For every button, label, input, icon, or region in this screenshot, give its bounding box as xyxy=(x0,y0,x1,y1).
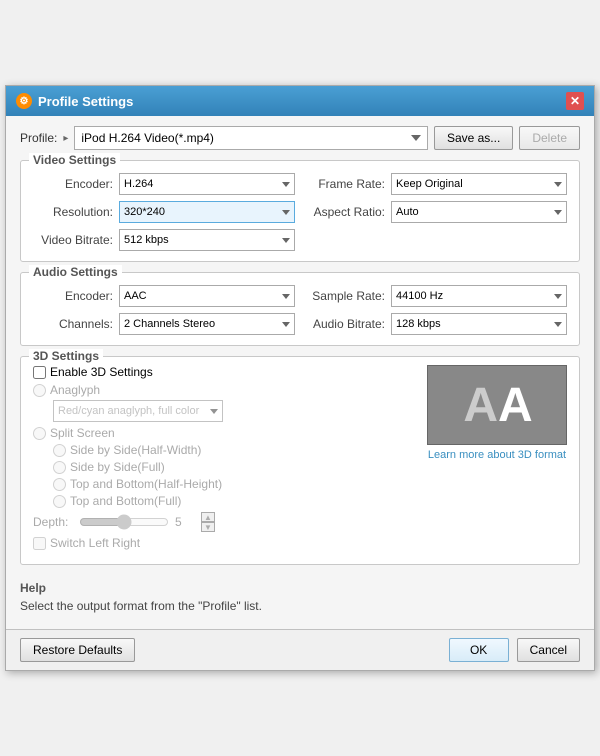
side-by-side-full-row: Side by Side(Full) xyxy=(53,460,417,474)
content-area: Profile: ▸ iPod H.264 Video(*.mp4) Save … xyxy=(6,116,594,629)
profile-arrow-icon: ▸ xyxy=(63,133,68,144)
side-by-side-full-label: Side by Side(Full) xyxy=(70,460,165,474)
top-bottom-half-label: Top and Bottom(Half-Height) xyxy=(70,477,222,491)
side-by-side-half-radio[interactable] xyxy=(53,444,66,457)
encoder-row: Encoder: H.264 xyxy=(33,173,295,195)
cancel-button[interactable]: Cancel xyxy=(517,638,580,662)
audio-bitrate-select[interactable]: 128 kbps xyxy=(391,313,567,335)
ok-button[interactable]: OK xyxy=(449,638,509,662)
close-button[interactable]: ✕ xyxy=(566,92,584,110)
aa-text: A A xyxy=(463,378,530,433)
audio-encoder-row: Encoder: AAC xyxy=(33,285,295,307)
depth-down-button[interactable]: ▼ xyxy=(201,522,215,532)
depth-value: 5 xyxy=(175,515,195,529)
side-by-side-half-label: Side by Side(Half-Width) xyxy=(70,443,201,457)
app-icon: ⚙ xyxy=(16,93,32,109)
split-screen-radio[interactable] xyxy=(33,427,46,440)
aa-left: A xyxy=(463,378,496,433)
video-bitrate-row: Video Bitrate: 512 kbps xyxy=(33,229,295,251)
frame-rate-select[interactable]: Keep Original xyxy=(391,173,567,195)
switch-lr-label: Switch Left Right xyxy=(50,536,140,550)
channels-label: Channels: xyxy=(33,317,113,331)
bottom-right-buttons: OK Cancel xyxy=(449,638,580,662)
audio-encoder-label: Encoder: xyxy=(33,289,113,303)
dialog: ⚙ Profile Settings ✕ Profile: ▸ iPod H.2… xyxy=(5,85,595,671)
aspect-ratio-row: Aspect Ratio: Auto xyxy=(305,201,567,223)
audio-settings-grid: Encoder: AAC Sample Rate: 44100 Hz Chann… xyxy=(33,285,567,335)
audio-bitrate-label: Audio Bitrate: xyxy=(305,317,385,331)
profile-select[interactable]: iPod H.264 Video(*.mp4) xyxy=(74,126,428,150)
depth-slider[interactable] xyxy=(79,514,169,530)
video-settings-grid: Encoder: H.264 Frame Rate: Keep Original… xyxy=(33,173,567,251)
aa-preview: A A xyxy=(427,365,567,445)
save-as-button[interactable]: Save as... xyxy=(434,126,513,150)
titlebar: ⚙ Profile Settings ✕ xyxy=(6,86,594,116)
resolution-row: Resolution: 320*240 xyxy=(33,201,295,223)
channels-select[interactable]: 2 Channels Stereo xyxy=(119,313,295,335)
3d-settings-section: 3D Settings Enable 3D Settings Anaglyph xyxy=(20,356,580,565)
switch-lr-checkbox[interactable] xyxy=(33,537,46,550)
aspect-ratio-label: Aspect Ratio: xyxy=(305,205,385,219)
audio-encoder-select[interactable]: AAC xyxy=(119,285,295,307)
top-bottom-full-radio[interactable] xyxy=(53,495,66,508)
side-by-side-half-row: Side by Side(Half-Width) xyxy=(53,443,417,457)
3d-settings-title: 3D Settings xyxy=(29,349,103,363)
help-section: Help Select the output format from the "… xyxy=(20,575,580,619)
anaglyph-label: Anaglyph xyxy=(50,383,100,397)
encoder-select[interactable]: H.264 xyxy=(119,173,295,195)
enable-3d-row: Enable 3D Settings xyxy=(33,365,417,379)
3d-preview-area: A A Learn more about 3D format xyxy=(427,365,567,554)
learn-more-link[interactable]: Learn more about 3D format xyxy=(428,449,566,461)
resolution-select[interactable]: 320*240 xyxy=(119,201,295,223)
depth-row: Depth: 5 ▲ ▼ xyxy=(33,512,417,532)
audio-settings-title: Audio Settings xyxy=(29,265,122,279)
video-bitrate-label: Video Bitrate: xyxy=(33,233,113,247)
sample-rate-label: Sample Rate: xyxy=(305,289,385,303)
depth-label: Depth: xyxy=(33,515,73,529)
video-settings-title: Video Settings xyxy=(29,153,120,167)
delete-button[interactable]: Delete xyxy=(519,126,580,150)
dialog-title: Profile Settings xyxy=(38,94,133,109)
3d-settings-content: Enable 3D Settings Anaglyph Red/cyan ana… xyxy=(33,365,567,554)
side-by-side-full-radio[interactable] xyxy=(53,461,66,474)
anaglyph-radio[interactable] xyxy=(33,384,46,397)
top-bottom-full-row: Top and Bottom(Full) xyxy=(53,494,417,508)
depth-up-button[interactable]: ▲ xyxy=(201,512,215,522)
sample-rate-select[interactable]: 44100 Hz xyxy=(391,285,567,307)
frame-rate-label: Frame Rate: xyxy=(305,177,385,191)
frame-rate-row: Frame Rate: Keep Original xyxy=(305,173,567,195)
top-bottom-half-radio[interactable] xyxy=(53,478,66,491)
audio-bitrate-row: Audio Bitrate: 128 kbps xyxy=(305,313,567,335)
top-bottom-full-label: Top and Bottom(Full) xyxy=(70,494,181,508)
video-bitrate-select[interactable]: 512 kbps xyxy=(119,229,295,251)
enable-3d-checkbox[interactable] xyxy=(33,366,46,379)
bottom-bar: Restore Defaults OK Cancel xyxy=(6,629,594,670)
depth-spinner: ▲ ▼ xyxy=(201,512,215,532)
sample-rate-row: Sample Rate: 44100 Hz xyxy=(305,285,567,307)
video-settings-section: Video Settings Encoder: H.264 Frame Rate… xyxy=(20,160,580,262)
restore-defaults-button[interactable]: Restore Defaults xyxy=(20,638,135,662)
help-title: Help xyxy=(20,581,580,595)
3d-settings-left: Enable 3D Settings Anaglyph Red/cyan ana… xyxy=(33,365,417,554)
aspect-ratio-select[interactable]: Auto xyxy=(391,201,567,223)
resolution-label: Resolution: xyxy=(33,205,113,219)
audio-settings-section: Audio Settings Encoder: AAC Sample Rate:… xyxy=(20,272,580,346)
top-bottom-half-row: Top and Bottom(Half-Height) xyxy=(53,477,417,491)
titlebar-left: ⚙ Profile Settings xyxy=(16,93,133,109)
profile-label: Profile: xyxy=(20,131,57,145)
split-screen-label: Split Screen xyxy=(50,426,115,440)
profile-row: Profile: ▸ iPod H.264 Video(*.mp4) Save … xyxy=(20,126,580,150)
split-screen-row: Split Screen xyxy=(33,426,417,440)
enable-3d-label[interactable]: Enable 3D Settings xyxy=(50,365,153,379)
aa-right: A xyxy=(498,378,531,433)
help-text: Select the output format from the "Profi… xyxy=(20,599,580,613)
anaglyph-select[interactable]: Red/cyan anaglyph, full color xyxy=(53,400,223,422)
encoder-label: Encoder: xyxy=(33,177,113,191)
switch-lr-row: Switch Left Right xyxy=(33,536,417,550)
anaglyph-row: Anaglyph xyxy=(33,383,417,397)
channels-row: Channels: 2 Channels Stereo xyxy=(33,313,295,335)
